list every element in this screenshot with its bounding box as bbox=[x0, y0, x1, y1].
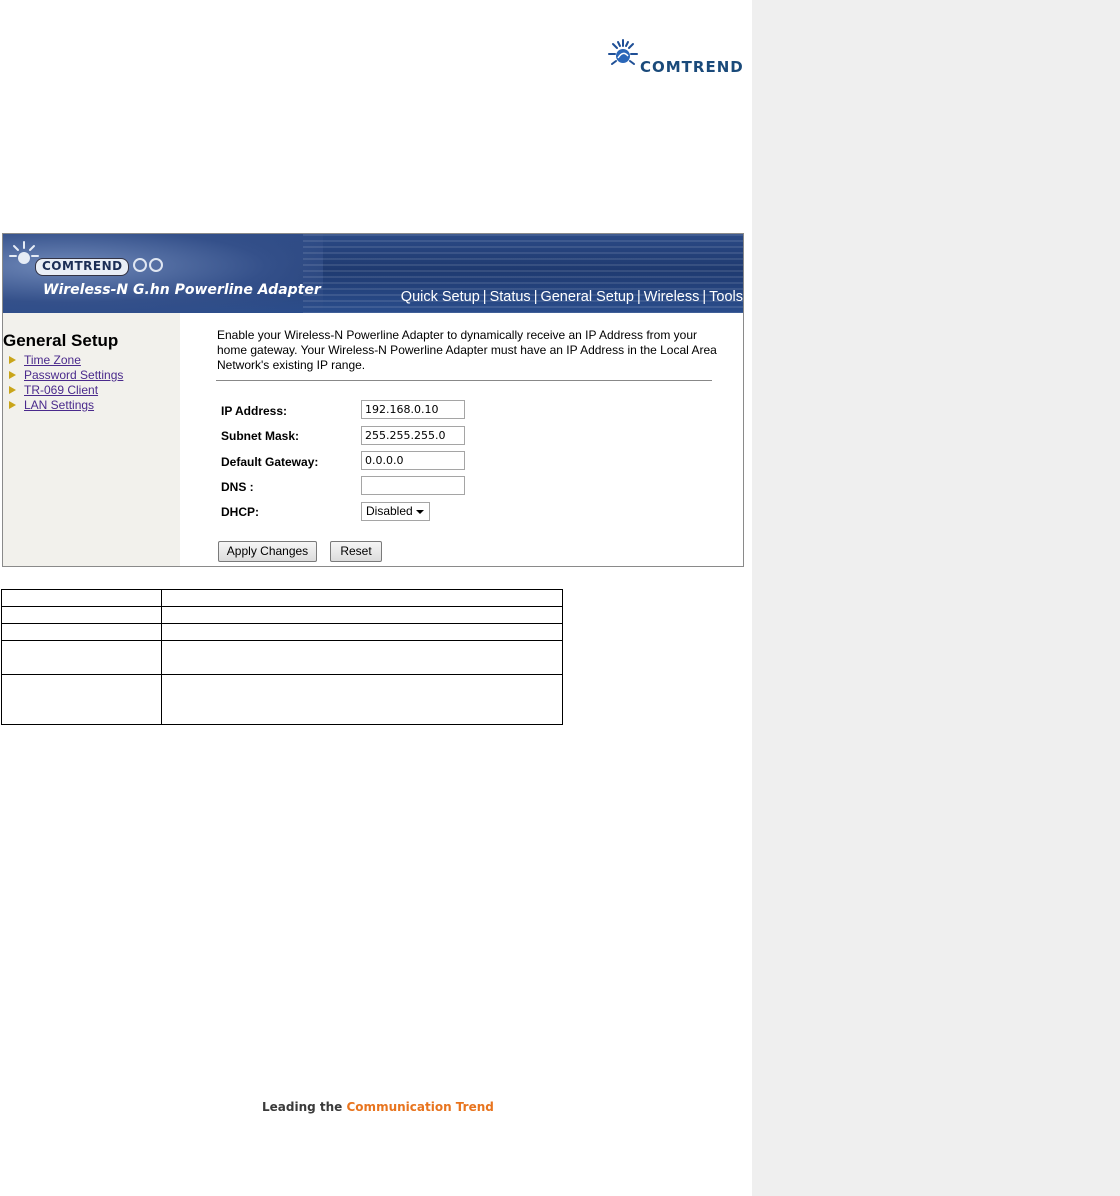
sidebar-item-lan-settings[interactable]: LAN Settings bbox=[9, 398, 123, 413]
page-description: Enable your Wireless-N Powerline Adapter… bbox=[217, 328, 717, 372]
ip-address-label: IP Address: bbox=[221, 404, 288, 418]
reset-button[interactable]: Reset bbox=[330, 541, 382, 562]
dns-label: DNS : bbox=[221, 480, 254, 494]
description-table bbox=[1, 589, 563, 725]
sidebar-link[interactable]: LAN Settings bbox=[24, 398, 94, 412]
sidebar-title: General Setup bbox=[3, 331, 119, 350]
subnet-mask-field[interactable]: 255.255.255.0 bbox=[361, 426, 465, 445]
triangle-arrow-icon bbox=[9, 371, 16, 379]
comtrend-wordmark: COMTREND bbox=[640, 58, 744, 76]
banner-logo: COMTREND bbox=[35, 258, 129, 276]
subnet-mask-label: Subnet Mask: bbox=[221, 429, 300, 443]
sidebar-item-time-zone[interactable]: Time Zone bbox=[9, 353, 123, 368]
sidebar-link[interactable]: Password Settings bbox=[24, 368, 123, 382]
dhcp-selected-value: Disabled bbox=[366, 504, 413, 518]
comtrend-globe-icon bbox=[608, 39, 638, 65]
nav-tools[interactable]: Tools bbox=[709, 289, 743, 305]
sidebar-link[interactable]: Time Zone bbox=[24, 353, 81, 367]
dhcp-label: DHCP: bbox=[221, 505, 259, 519]
dhcp-select[interactable]: Disabled bbox=[361, 502, 430, 521]
ip-address-field[interactable]: 192.168.0.10 bbox=[361, 400, 465, 419]
table-row bbox=[1, 589, 563, 607]
default-gateway-label: Default Gateway: bbox=[221, 455, 319, 469]
main-content: Enable your Wireless-N Powerline Adapter… bbox=[180, 313, 743, 566]
footer-tagline: Leading the Communication Trend bbox=[262, 1100, 494, 1114]
top-nav: Quick Setup | Status | General Setup | Wireles… bbox=[400, 289, 743, 305]
nav-wireless[interactable]: Wireless bbox=[644, 289, 700, 305]
comtrend-logo: COMTREND bbox=[606, 36, 756, 80]
dns-field[interactable] bbox=[361, 476, 465, 495]
apply-changes-button[interactable]: Apply Changes bbox=[218, 541, 317, 562]
nav-general-setup[interactable]: General Setup bbox=[540, 289, 634, 305]
triangle-arrow-icon bbox=[9, 356, 16, 364]
sidebar-item-tr069-client[interactable]: TR-069 Client bbox=[9, 383, 123, 398]
table-row bbox=[1, 606, 563, 624]
header-banner: COMTREND Wireless-N G.hn Powerline Adapt… bbox=[3, 234, 743, 313]
sidebar-link[interactable]: TR-069 Client bbox=[24, 383, 98, 397]
nav-quick-setup[interactable]: Quick Setup bbox=[401, 289, 480, 305]
router-ui-screenshot: COMTREND Wireless-N G.hn Powerline Adapt… bbox=[2, 233, 744, 567]
chevron-down-icon bbox=[416, 510, 424, 514]
nav-status[interactable]: Status bbox=[490, 289, 531, 305]
sidebar-menu: Time Zone Password Settings TR-069 Clien… bbox=[9, 353, 123, 413]
triangle-arrow-icon bbox=[9, 401, 16, 409]
sidebar-item-password-settings[interactable]: Password Settings bbox=[9, 368, 123, 383]
table-row bbox=[1, 674, 563, 725]
product-name: Wireless-N G.hn Powerline Adapter bbox=[43, 282, 321, 298]
table-row bbox=[1, 640, 563, 675]
banner-ring-icon bbox=[149, 258, 163, 272]
banner-ring-icon bbox=[133, 258, 147, 272]
sidebar: General Setup Time Zone Password Setting… bbox=[3, 313, 180, 566]
document-margin bbox=[752, 0, 1120, 1196]
triangle-arrow-icon bbox=[9, 386, 16, 394]
default-gateway-field[interactable]: 0.0.0.0 bbox=[361, 451, 465, 470]
divider bbox=[216, 380, 712, 381]
table-row bbox=[1, 623, 563, 641]
